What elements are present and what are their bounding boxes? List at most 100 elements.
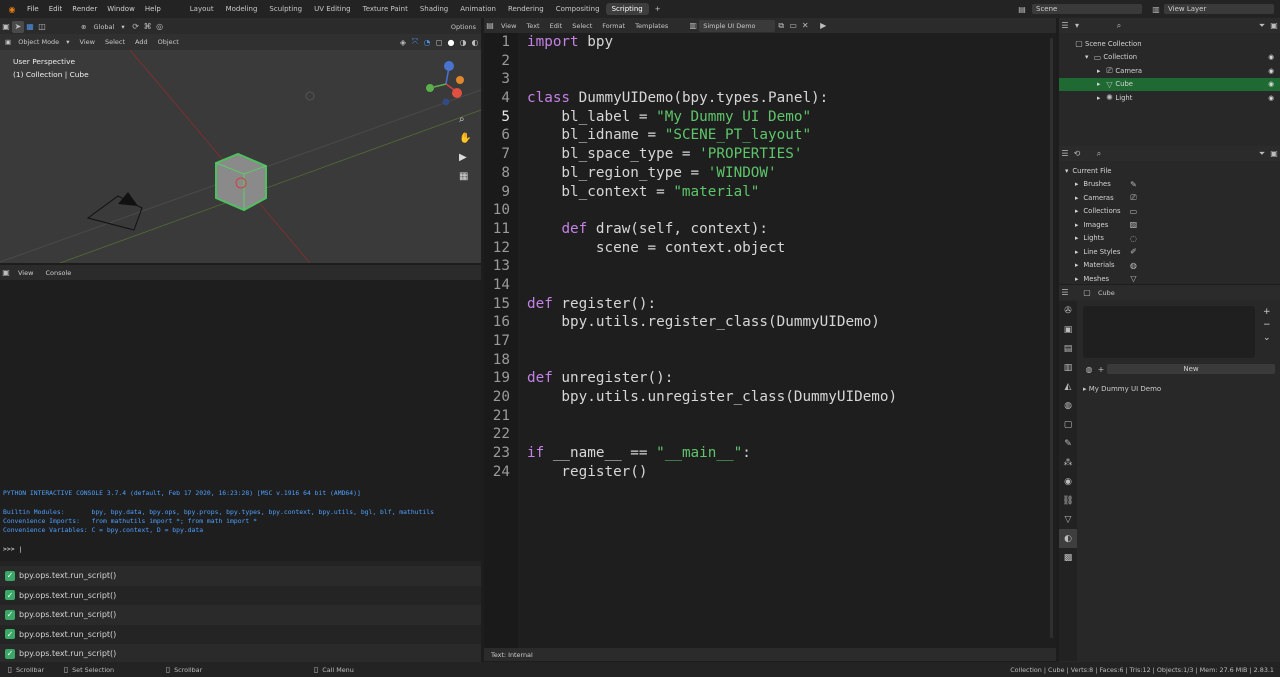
code-line[interactable]: 18 <box>484 352 1056 371</box>
expand-arrow-icon[interactable]: ▸ <box>1075 180 1078 188</box>
data-category-materials[interactable]: ▸ Materials ◍ <box>1059 259 1280 273</box>
shading-material-icon[interactable]: ◑ <box>457 36 469 48</box>
console-menu-console[interactable]: Console <box>39 269 77 277</box>
scene-tab-icon[interactable]: ◭ <box>1059 377 1077 396</box>
gizmo-y-icon[interactable] <box>426 84 434 92</box>
properties-type-icon[interactable]: ☰ <box>1059 287 1071 299</box>
text-editor-type-icon[interactable]: ▤ <box>484 20 496 32</box>
material-browse-icon[interactable]: ◍ <box>1083 363 1095 375</box>
console-editor-type-icon[interactable]: ▣ <box>0 267 12 279</box>
new-material-plus-icon[interactable]: + <box>1095 363 1107 375</box>
pivot-icon[interactable]: ⟳ <box>130 21 142 33</box>
add-slot-icon[interactable]: + <box>1263 307 1271 317</box>
code-line[interactable]: 21 <box>484 408 1056 427</box>
gizmo-z-icon[interactable] <box>444 61 454 71</box>
expand-arrow-icon[interactable]: ▸ <box>1075 194 1078 202</box>
navigation-gizmo[interactable] <box>420 58 470 114</box>
outliner-display-mode-icon[interactable]: ▾ <box>1071 20 1083 32</box>
expand-arrow-icon[interactable]: ▸ <box>1075 234 1078 242</box>
data-category-collections[interactable]: ▸ Collections ▭ <box>1059 205 1280 219</box>
gizmo-x-icon[interactable] <box>452 88 462 98</box>
slot-menu-icon[interactable]: ⌄ <box>1263 333 1271 343</box>
menu-file[interactable]: File <box>22 5 44 13</box>
options-menu[interactable]: Options <box>446 23 481 31</box>
3d-viewport[interactable]: User Perspective (1) Collection | Cube ⌕… <box>0 50 481 263</box>
outliner-item-camera[interactable]: ▸ ⎚ Camera ◉ <box>1059 64 1280 78</box>
code-line[interactable]: 10 <box>484 202 1056 221</box>
tab-sculpting[interactable]: Sculpting <box>263 3 308 15</box>
info-log-item[interactable]: ✓ bpy.ops.text.run_script() <box>0 625 481 645</box>
properties-editor[interactable]: ☰ ▢ Cube ✇ ▣ ▤ ▥ ◭ ◍ ▢ ✎ ⁂ ◉ ⛓ ▽ ◐ ▩ + −… <box>1059 285 1280 662</box>
light-object[interactable] <box>305 91 315 101</box>
viewport-menu-select[interactable]: Select <box>100 38 130 46</box>
code-line[interactable]: 3 <box>484 71 1056 90</box>
code-line[interactable]: 24 register() <box>484 464 1056 483</box>
browser-type-icon[interactable]: ☰ <box>1059 148 1071 160</box>
info-log-item[interactable]: ✓ bpy.ops.text.run_script() <box>0 605 481 625</box>
scene-selector[interactable]: ▤ Scene <box>1016 3 1142 15</box>
menu-help[interactable]: Help <box>140 5 166 13</box>
tab-layout[interactable]: Layout <box>184 3 220 15</box>
data-category-images[interactable]: ▸ Images ▨ <box>1059 218 1280 232</box>
output-tab-icon[interactable]: ▤ <box>1059 339 1077 358</box>
info-log-item[interactable]: ✓ bpy.ops.text.run_script() <box>0 566 481 586</box>
visibility-eye-icon[interactable]: ◉ <box>1268 80 1274 88</box>
current-file-item[interactable]: ▾ Current File <box>1059 164 1280 178</box>
object-mode-select[interactable]: ▣ Object Mode ▾ <box>0 38 75 46</box>
tab-rendering[interactable]: Rendering <box>502 3 550 15</box>
outliner-type-icon[interactable]: ☰ <box>1059 20 1071 32</box>
expand-arrow-icon[interactable]: ▸ <box>1075 248 1078 256</box>
expand-arrow-icon[interactable]: ▸ <box>1075 261 1078 269</box>
snap-icon[interactable]: ⌘ <box>142 21 154 33</box>
proportional-edit-icon[interactable]: ◎ <box>154 21 166 33</box>
camera-view-icon[interactable]: ▶ <box>459 152 471 163</box>
code-line[interactable]: 6 bl_idname = "SCENE_PT_layout" <box>484 127 1056 146</box>
shading-solid-icon[interactable]: ● <box>445 36 457 48</box>
menu-render[interactable]: Render <box>67 5 102 13</box>
text-scrollbar[interactable] <box>1050 38 1053 638</box>
outliner-item-light[interactable]: ▸ ✺ Light ◉ <box>1059 91 1280 105</box>
text-menu-select[interactable]: Select <box>567 22 597 30</box>
data-tab-icon[interactable]: ▽ <box>1059 510 1077 529</box>
tab-texture-paint[interactable]: Texture Paint <box>357 3 414 15</box>
xray-icon[interactable]: ◻ <box>433 36 445 48</box>
code-line[interactable]: 16 bpy.utils.register_class(DummyUIDemo) <box>484 314 1056 333</box>
visibility-icon[interactable]: ◈ <box>397 36 409 48</box>
data-category-line-styles[interactable]: ▸ Line Styles ✐ <box>1059 245 1280 259</box>
view-layer-tab-icon[interactable]: ▥ <box>1059 358 1077 377</box>
code-line[interactable]: 15 def register(): <box>484 296 1056 315</box>
pan-hand-icon[interactable]: ✋ <box>459 133 471 144</box>
particles-tab-icon[interactable]: ⁂ <box>1059 453 1077 472</box>
code-line[interactable]: 9 bl_context = "material" <box>484 184 1056 203</box>
code-area[interactable]: 1 import bpy 2 3 4 class DummyUIDemo(bpy.type… <box>484 34 1056 483</box>
overlay-toggle-icon[interactable]: ◔ <box>421 36 433 48</box>
outliner-filter-icon[interactable]: ⏷ <box>1256 20 1268 32</box>
visibility-eye-icon[interactable]: ◉ <box>1268 53 1274 61</box>
zoom-icon[interactable]: ⌕ <box>459 114 471 125</box>
expand-arrow-icon[interactable]: ▸ <box>1075 275 1078 283</box>
outliner-item-collection[interactable]: ▾ ▭ Collection ◉ <box>1059 51 1280 65</box>
shading-rendered-icon[interactable]: ◐ <box>469 36 481 48</box>
code-line[interactable]: 4 class DummyUIDemo(bpy.types.Panel): <box>484 90 1056 109</box>
tab-animation[interactable]: Animation <box>454 3 502 15</box>
new-collection-icon[interactable]: ▣ <box>1268 20 1280 32</box>
view-layer-selector[interactable]: ▥ View Layer <box>1150 3 1274 15</box>
object-tab-icon[interactable]: ▢ <box>1059 415 1077 434</box>
texture-tab-icon[interactable]: ▩ <box>1059 548 1077 567</box>
transform-orientation[interactable]: ⊕ Global ▾ <box>76 23 130 31</box>
visibility-eye-icon[interactable]: ◉ <box>1268 94 1274 102</box>
outliner[interactable]: ☰ ▾ ⌕ ⏷ ▣ ▢ Scene Collection ▾ ▭ Collection… <box>1059 18 1280 146</box>
run-script-icon[interactable]: ▶ <box>817 20 829 32</box>
outliner-scene-collection[interactable]: ▢ Scene Collection <box>1059 37 1280 51</box>
browser-new-icon[interactable]: ▣ <box>1268 148 1280 160</box>
menu-edit[interactable]: Edit <box>44 5 68 13</box>
visibility-eye-icon[interactable]: ◉ <box>1268 67 1274 75</box>
expand-arrow-icon[interactable]: ▸ <box>1097 67 1100 75</box>
code-line[interactable]: 8 bl_region_type = 'WINDOW' <box>484 165 1056 184</box>
viewport-menu-add[interactable]: Add <box>130 38 153 46</box>
tool-tab-icon[interactable]: ✇ <box>1059 301 1077 320</box>
code-line[interactable]: 20 bpy.utils.unregister_class(DummyUIDem… <box>484 389 1056 408</box>
physics-tab-icon[interactable]: ◉ <box>1059 472 1077 491</box>
code-line[interactable]: 11 def draw(self, context): <box>484 221 1056 240</box>
outliner-item-cube[interactable]: ▸ ▽ Cube ◉ <box>1059 77 1280 91</box>
